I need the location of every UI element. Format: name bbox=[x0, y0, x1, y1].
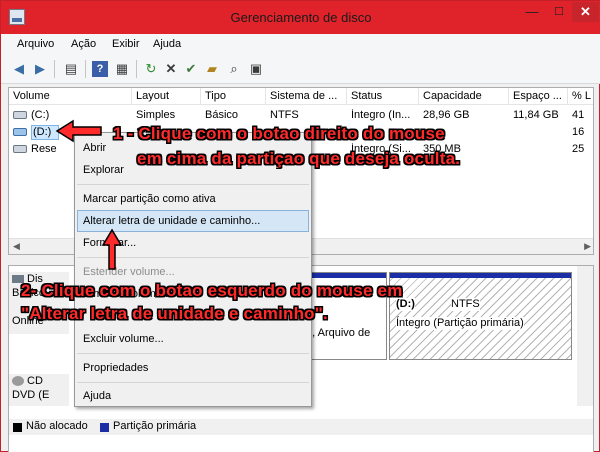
annotation-step1-line2: em cima da partiçao que deseja oculta. bbox=[137, 149, 461, 168]
arrow-up-icon bbox=[101, 228, 123, 270]
annotation-step1-line1: 1 - Clique com o botao direito do mouse bbox=[113, 124, 445, 143]
annotation-step2-line1: 2- Clique com o botao esquerdo do mouse … bbox=[21, 281, 403, 300]
arrow-left-icon bbox=[55, 119, 102, 143]
annotation-step2-line2: "Alterar letra de unidade e caminho". bbox=[21, 304, 328, 323]
annotation-arrows bbox=[55, 119, 123, 270]
disk-management-window: Gerenciamento de disco — ☐ ✕ Arquivo Açã… bbox=[0, 0, 600, 452]
